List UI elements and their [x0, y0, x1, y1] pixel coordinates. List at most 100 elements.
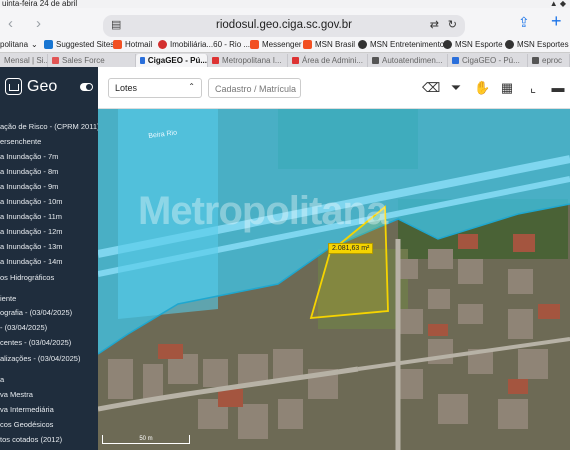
browser-tab[interactable]: Metropolitana I...	[208, 54, 288, 67]
layer-item[interactable]: a Inundação - 14m	[0, 257, 98, 266]
favicon-icon	[212, 57, 219, 64]
favorite-item[interactable]: politana ⌄	[0, 40, 38, 49]
layer-item[interactable]: ersenchente	[0, 137, 98, 146]
tab-label: CigaGEO - Pú...	[147, 56, 207, 65]
favorite-label: politana	[0, 40, 29, 49]
measure-icon[interactable]: ⌞	[525, 80, 541, 96]
layer-item[interactable]: a Inundação - 8m	[0, 167, 98, 176]
app-header: Geo Lotes ⌃ ⌫ ⏷ ✋ ▦ ⌞ ▬	[0, 67, 570, 109]
tab-label: Autoatendimen...	[382, 56, 443, 65]
layer-item[interactable]: - (03/04/2025)	[0, 323, 98, 332]
tab-label: CigaGEO - Pú...	[462, 56, 520, 65]
favicon-icon	[140, 57, 145, 64]
pan-hand-icon[interactable]: ✋	[474, 80, 490, 96]
back-icon[interactable]: ‹	[8, 15, 13, 32]
favicon-icon	[452, 57, 459, 64]
map-layers-icon[interactable]: ▦	[499, 80, 515, 96]
favorite-item[interactable]: Hotmail	[113, 40, 152, 49]
favicon-icon	[505, 40, 514, 49]
layer-item[interactable]: ação de Risco - (CPRM 2011)	[0, 122, 98, 131]
home-map-icon	[5, 78, 22, 95]
favorite-item[interactable]: Messenger	[250, 40, 302, 49]
favicon-icon	[358, 40, 367, 49]
browser-tab[interactable]: CigaGEO - Pú...	[448, 54, 528, 67]
layer-item[interactable]: va Intermediária	[0, 405, 98, 414]
parcel-area-label: 2.081,63 m²	[328, 243, 374, 254]
browser-tab[interactable]: eproc	[528, 54, 570, 67]
favorite-label: MSN Esporte	[455, 40, 503, 49]
reload-icon[interactable]: ↻	[448, 18, 457, 31]
favicon-icon	[532, 57, 539, 64]
tab-label: Mensal | Si...	[4, 56, 48, 65]
favorite-label: MSN Entretenimento	[370, 40, 445, 49]
browser-tab[interactable]: Autoatendimen...	[368, 54, 448, 67]
layer-item[interactable]: a Inundação - 9m	[0, 182, 98, 191]
favorite-item[interactable]: MSN Esporte	[443, 40, 503, 49]
cadastro-search[interactable]	[208, 78, 301, 98]
browser-tab[interactable]: Sales Force	[48, 54, 136, 67]
favicon-icon	[372, 57, 379, 64]
favicon-icon	[443, 40, 452, 49]
browser-tab[interactable]: Área de Admini...	[288, 54, 368, 67]
tab-bar: Mensal | Si... Sales Force CigaGEO - Pú.…	[0, 52, 570, 67]
favorite-item[interactable]: MSN Brasil	[303, 40, 355, 49]
share-icon[interactable]: ⇪	[518, 14, 530, 31]
app-logo: Geo	[0, 67, 98, 109]
favicon-icon	[52, 57, 59, 64]
status-bar: uinta-feira 24 de abril ▲ ◆	[0, 0, 570, 8]
chevron-down-icon: ⌃	[188, 82, 195, 91]
map-imagery	[98, 109, 570, 450]
favicon-icon	[292, 57, 299, 64]
app-name: Geo	[27, 78, 58, 95]
layer-item[interactable]: va Mestra	[0, 390, 98, 399]
favorite-label: Hotmail	[125, 40, 153, 49]
favicon-icon	[250, 40, 259, 49]
eraser-icon[interactable]: ⌫	[422, 80, 440, 96]
address-bar[interactable]: ▤ riodosul.geo.ciga.sc.gov.br ⇄ ↻	[103, 15, 465, 37]
layer-select[interactable]: Lotes ⌃	[108, 78, 202, 98]
favorite-item[interactable]: MSN Entretenimento	[358, 40, 444, 49]
layer-group[interactable]: a	[0, 375, 98, 384]
layer-select-value: Lotes	[115, 83, 138, 93]
url-text: riodosul.geo.ciga.sc.gov.br	[216, 19, 352, 31]
favorite-label: MSN Esportes	[517, 40, 569, 49]
favorite-label: Messenger	[262, 40, 302, 49]
layers-sidebar: ação de Risco - (CPRM 2011) ersenchente …	[0, 109, 98, 450]
browser-tab[interactable]: Mensal | Si...	[0, 54, 48, 67]
layer-group[interactable]: iente	[0, 294, 98, 303]
layer-item[interactable]: a Inundação - 7m	[0, 152, 98, 161]
favorite-label: Imobiliária...60 - Rio ...	[170, 40, 251, 49]
ruler-icon[interactable]: ▬	[550, 80, 566, 95]
status-date: uinta-feira 24 de abril	[2, 0, 78, 8]
chevron-down-icon: ⌄	[31, 40, 38, 49]
favicon-icon	[44, 40, 53, 49]
favicon-icon	[158, 40, 167, 49]
layer-item[interactable]: tos cotados (2012)	[0, 435, 98, 444]
layer-item[interactable]: os Hidrográficos	[0, 273, 98, 282]
filter-icon[interactable]: ⏷	[448, 80, 464, 96]
cadastro-search-input[interactable]	[209, 80, 300, 98]
favorite-label: Suggested Sites	[56, 40, 115, 49]
layer-item[interactable]: a Inundação - 13m	[0, 242, 98, 251]
favorites-bar: politana ⌄ Suggested Sites Hotmail Imobil…	[0, 38, 570, 52]
layer-item[interactable]: alizações - (03/04/2025)	[0, 354, 98, 363]
forward-icon[interactable]: ›	[36, 15, 41, 32]
favorite-item[interactable]: MSN Esportes	[505, 40, 569, 49]
layer-item[interactable]: ografia - (03/04/2025)	[0, 308, 98, 317]
favorite-item[interactable]: Imobiliária...60 - Rio ...	[158, 40, 250, 49]
layer-item[interactable]: cos Geodésicos	[0, 420, 98, 429]
browser-tab-active[interactable]: CigaGEO - Pú...	[136, 54, 208, 67]
layer-item[interactable]: centes - (03/04/2025)	[0, 338, 98, 347]
favorite-item[interactable]: Suggested Sites	[44, 40, 114, 49]
status-indicators: ▲ ◆	[549, 0, 566, 8]
tab-label: Área de Admini...	[302, 56, 363, 65]
layer-item[interactable]: a Inundação - 11m	[0, 212, 98, 221]
favicon-icon	[113, 40, 122, 49]
layer-item[interactable]: a Inundação - 12m	[0, 227, 98, 236]
tab-label: eproc	[542, 56, 563, 65]
satellite-map[interactable]: Metropolitana Beira Rio 2.081,63 m² 50 m	[98, 109, 570, 450]
layer-item[interactable]: a Inundação - 10m	[0, 197, 98, 206]
translate-icon[interactable]: ⇄	[430, 18, 439, 31]
sidebar-toggle[interactable]	[80, 83, 93, 91]
new-tab-icon[interactable]: +	[551, 11, 562, 32]
